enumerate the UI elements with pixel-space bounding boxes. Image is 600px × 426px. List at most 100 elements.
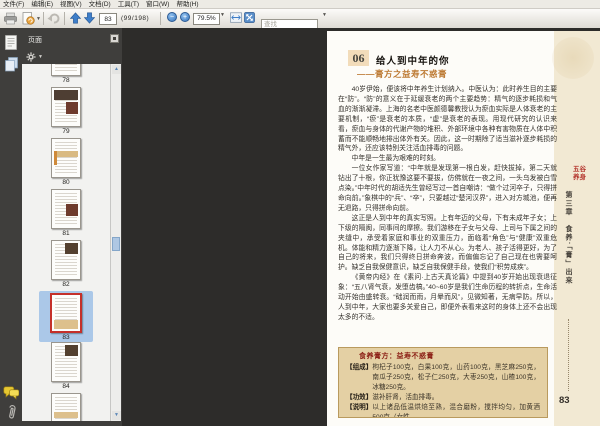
- menu-item[interactable]: 帮助(H): [176, 0, 198, 9]
- print-button[interactable]: [4, 12, 17, 25]
- document-area: 06 给人到中年的你 ——膏方之益寿不惑膏 40岁伊始，便该将中年养生计划纳入。…: [122, 28, 600, 426]
- panel-toolbar: ▼: [22, 50, 122, 64]
- zoom-out-button[interactable]: −: [167, 12, 177, 22]
- page-thumbnail[interactable]: 80: [22, 138, 110, 189]
- next-page-button[interactable]: [84, 12, 95, 24]
- page-thumbnail-label: 78: [62, 77, 70, 84]
- thumbnails-pane: 78 79 80 81 82 83 84 85: [22, 64, 110, 421]
- comments-panel-button[interactable]: [3, 385, 19, 402]
- search-box: [261, 13, 318, 30]
- export-dropdown-caret: ▼: [36, 15, 41, 22]
- recipe-row: 【说明】 以上诸品低温烘焙至熟，混合磨粉，搅拌均匀，加黄酒500克（女性: [346, 403, 540, 417]
- page-thumbnail-label: 79: [62, 128, 70, 135]
- document-page: 06 给人到中年的你 ——膏方之益寿不惑膏 40岁伊始，便该将中年养生计划纳入。…: [327, 31, 600, 426]
- page-thumbnail-label: 84: [62, 383, 70, 390]
- recipe-title: 食养膏方：益寿不惑膏: [359, 353, 434, 360]
- comments-icon: [3, 386, 19, 400]
- previous-view-button[interactable]: [47, 12, 60, 24]
- thumbnail-content-block: [54, 412, 78, 418]
- thumbnail-image: [50, 293, 82, 333]
- page-thumbnail[interactable]: 81: [22, 189, 110, 240]
- page-thumbnail-label: 81: [62, 230, 70, 237]
- section-subtitle: ——膏方之益寿不惑膏: [357, 69, 448, 79]
- zoom-level-select[interactable]: 79.5%: [193, 13, 220, 25]
- thumbnail-image: [51, 189, 81, 229]
- page-thumbnail[interactable]: 83: [39, 291, 93, 342]
- main-area: 页面 ▼ 78 79 80 81 82 83 84 85 ▲ ▼ 06 给人到中年的你 ——膏…: [0, 28, 600, 426]
- zoom-in-button[interactable]: +: [180, 12, 190, 22]
- thumbnail-content-block: [54, 320, 78, 329]
- page-thumbnail[interactable]: 85: [22, 393, 110, 421]
- body-paragraph: 《黄帝内经》在《素问·上古天真论篇》中提到40岁开始出现衰退征象：“五八肾气衰，…: [338, 274, 557, 321]
- scroll-down-button[interactable]: ▼: [112, 411, 121, 420]
- zoom-dropdown-caret[interactable]: ▼: [219, 12, 225, 18]
- gear-icon: [26, 52, 36, 62]
- thumbnail-content-block: [65, 243, 78, 254]
- margin-dotted-line: [568, 319, 569, 391]
- menu-item[interactable]: 编辑(E): [31, 0, 53, 9]
- recipe-box: 食养膏方：益寿不惑膏 【组成】 枸杞子100克，白果100克，山药100克，黑芝麻…: [338, 347, 548, 418]
- thumbnail-content-block: [54, 151, 57, 165]
- thumbnail-content-block: [54, 90, 78, 100]
- thumbnail-list: 78 79 80 81 82 83 84 85: [22, 64, 110, 421]
- pages-panel-button[interactable]: [3, 34, 19, 51]
- recipe-rows: 【组成】 枸杞子100克，白果100克，山药100克，黑芝麻250克，南瓜子250…: [339, 363, 547, 417]
- page-thumbnail[interactable]: 79: [22, 87, 110, 138]
- page-thumbnail[interactable]: 78: [22, 64, 110, 87]
- panel-options-button[interactable]: [110, 34, 119, 43]
- menu-item[interactable]: 视图(V): [60, 0, 82, 9]
- toolbar-separator: [43, 12, 44, 25]
- recipe-row: 【功效】 滋补肝肾，活血排毒。: [346, 393, 540, 403]
- page-thumbnail-label: 80: [62, 179, 70, 186]
- menu-item[interactable]: 文档(D): [89, 0, 111, 9]
- attachments-panel-button[interactable]: [3, 404, 19, 421]
- recipe-row-label: 【功效】: [346, 394, 373, 401]
- panel-settings-button[interactable]: ▼: [26, 52, 43, 62]
- watermark: [552, 37, 594, 79]
- menu-item[interactable]: 文件(F): [3, 0, 24, 9]
- page-thumbnail[interactable]: 82: [22, 240, 110, 291]
- thumbnail-image: [51, 138, 81, 178]
- page-body-text: 40岁伊始，便该将中年养生计划纳入。中医认为：此时养生目的主要在“防”。“防”的…: [338, 85, 557, 323]
- export-button[interactable]: ▼: [22, 12, 41, 25]
- thumbnail-content-block: [65, 345, 78, 356]
- fullscreen-button[interactable]: [244, 12, 255, 23]
- thumbnail-content-block: [66, 102, 78, 114]
- panel-title: 页面: [28, 37, 42, 44]
- search-options-caret[interactable]: ▼: [321, 12, 327, 18]
- printer-icon: [4, 12, 17, 25]
- thumbnails-scrollbar[interactable]: ▲ ▼: [110, 64, 121, 421]
- page-thumbnail-label: 82: [62, 281, 70, 288]
- scrollbar-thumb[interactable]: [112, 237, 120, 251]
- page-thumbnail[interactable]: 84: [22, 342, 110, 393]
- chevron-down-icon: ▼: [38, 54, 43, 60]
- layers-panel-button[interactable]: [3, 56, 19, 73]
- thumbnail-content-block: [66, 204, 78, 216]
- page-thumbnails-icon: [5, 35, 17, 50]
- toolbar: ▼ (99/198) − + 79.5% ▼ ▼: [0, 9, 600, 30]
- thumbnail-image: [51, 342, 81, 382]
- previous-page-button[interactable]: [70, 12, 81, 24]
- toolbar-separator: [64, 12, 65, 25]
- menu-item[interactable]: 窗口(W): [146, 0, 169, 9]
- chevron-down-icon: ▼: [220, 12, 225, 18]
- menu-item[interactable]: 工具(T): [118, 0, 139, 9]
- recipe-row-label: 【说明】: [346, 404, 373, 411]
- recipe-row: 【组成】 枸杞子100克，白果100克，山药100克，黑芝麻250克，南瓜子250…: [346, 363, 540, 393]
- thumbnail-content-block: [54, 151, 78, 157]
- arrow-down-icon: [84, 12, 95, 24]
- thumbnail-text-lines: [55, 64, 77, 72]
- chevron-down-icon: ▼: [322, 12, 327, 18]
- export-document-icon: [22, 12, 35, 25]
- page-number-input[interactable]: [99, 13, 117, 25]
- page-count-label: (99/198): [121, 15, 150, 22]
- page-thumbnail-label: 83: [62, 334, 70, 341]
- arrow-up-icon: [70, 12, 81, 24]
- scroll-up-button[interactable]: ▲: [112, 65, 121, 74]
- page-margin-band: [554, 31, 600, 426]
- publisher-seal: 五谷养身: [573, 166, 586, 181]
- fit-width-button[interactable]: [230, 12, 242, 23]
- fit-width-icon: [230, 12, 242, 23]
- sidebar-panel-header: 页面: [22, 28, 122, 50]
- recipe-row-text: 滋补肝肾，活血排毒。: [372, 394, 439, 401]
